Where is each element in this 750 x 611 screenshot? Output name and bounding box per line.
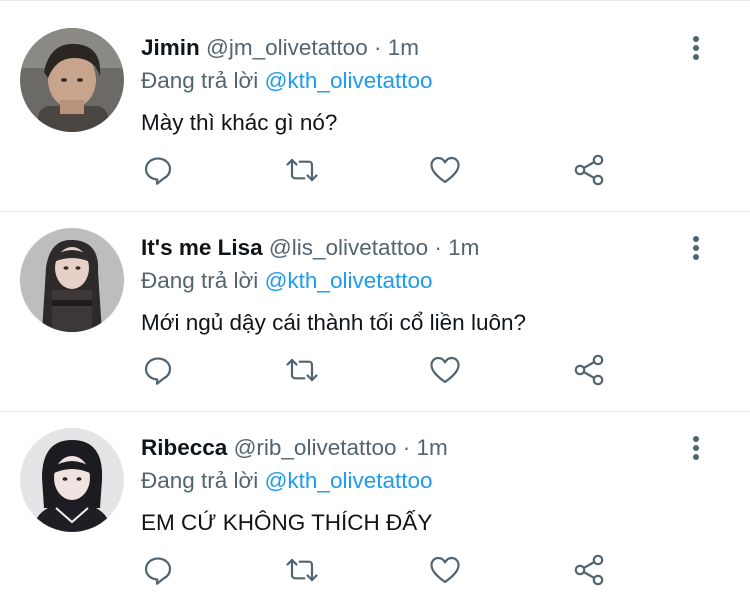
tweet-header: Jimin @jm_olivetattoo · 1m (141, 34, 419, 62)
tweet-text: Mới ngủ dậy cái thành tối cổ liền luôn? (141, 310, 526, 335)
share-icon (574, 154, 604, 186)
avatar[interactable] (20, 28, 124, 132)
tweet-text: EM CỨ KHÔNG THÍCH ĐẤY (141, 510, 433, 535)
reply-icon (144, 357, 172, 385)
display-name[interactable]: It's me Lisa (141, 235, 263, 260)
timestamp[interactable]: 1m (388, 35, 419, 60)
reply-context: Đang trả lời @kth_olivetattoo (141, 267, 433, 295)
timestamp[interactable]: 1m (417, 435, 448, 460)
user-handle[interactable]: @rib_olivetattoo (234, 435, 397, 460)
timestamp[interactable]: 1m (448, 235, 479, 260)
avatar[interactable] (20, 228, 124, 332)
reply-mention-link[interactable]: @kth_olivetattoo (265, 268, 433, 293)
reply-mention-link[interactable]: @kth_olivetattoo (265, 68, 433, 93)
retweet-button[interactable] (282, 150, 322, 190)
share-button[interactable] (569, 150, 609, 190)
tweet-header: Ribecca @rib_olivetattoo · 1m (141, 434, 448, 462)
tweet-2[interactable]: It's me Lisa @lis_olivetattoo · 1m Đang … (0, 200, 750, 400)
action-bar (0, 550, 750, 590)
reply-prefix: Đang trả lời (141, 468, 259, 493)
avatar-image (20, 28, 124, 132)
reply-button[interactable] (138, 150, 178, 190)
avatar-image (20, 428, 124, 532)
retweet-button[interactable] (282, 350, 322, 390)
reply-prefix: Đang trả lời (141, 268, 259, 293)
tweet-header: It's me Lisa @lis_olivetattoo · 1m (141, 234, 479, 262)
reply-icon (144, 557, 172, 585)
more-options-button[interactable] (682, 232, 710, 264)
reply-mention-link[interactable]: @kth_olivetattoo (265, 468, 433, 493)
retweet-icon (286, 358, 318, 382)
more-options-button[interactable] (682, 32, 710, 64)
reply-icon (144, 157, 172, 185)
more-options-button[interactable] (682, 432, 710, 464)
tweet-text: Mày thì khác gì nó? (141, 110, 338, 135)
more-icon (693, 236, 699, 260)
display-name[interactable]: Jimin (141, 35, 200, 60)
action-bar (0, 350, 750, 390)
user-handle[interactable]: @lis_olivetattoo (269, 235, 428, 260)
like-icon (430, 356, 460, 384)
reply-button[interactable] (138, 350, 178, 390)
tweet-1[interactable]: Jimin @jm_olivetattoo · 1m Đang trả lời … (0, 0, 750, 200)
reply-button[interactable] (138, 550, 178, 590)
reply-context: Đang trả lời @kth_olivetattoo (141, 67, 433, 95)
reply-feed: Jimin @jm_olivetattoo · 1m Đang trả lời … (0, 0, 750, 611)
retweet-icon (286, 558, 318, 582)
user-handle[interactable]: @jm_olivetattoo (206, 35, 368, 60)
retweet-icon (286, 158, 318, 182)
retweet-button[interactable] (282, 550, 322, 590)
action-bar (0, 150, 750, 190)
separator-dot: · (373, 35, 382, 60)
separator-dot: · (402, 435, 411, 460)
like-icon (430, 556, 460, 584)
like-button[interactable] (425, 350, 465, 390)
separator-dot: · (434, 235, 442, 260)
tweet-3[interactable]: Ribecca @rib_olivetattoo · 1m Đang trả l… (0, 400, 750, 600)
more-icon (693, 436, 699, 460)
like-button[interactable] (425, 550, 465, 590)
share-button[interactable] (569, 550, 609, 590)
like-button[interactable] (425, 150, 465, 190)
share-button[interactable] (569, 350, 609, 390)
like-icon (430, 156, 460, 184)
share-icon (574, 554, 604, 586)
more-icon (693, 36, 699, 60)
avatar-image (20, 228, 124, 332)
reply-prefix: Đang trả lời (141, 68, 259, 93)
reply-context: Đang trả lời @kth_olivetattoo (141, 467, 433, 495)
avatar[interactable] (20, 428, 124, 532)
display-name[interactable]: Ribecca (141, 435, 227, 460)
share-icon (574, 354, 604, 386)
